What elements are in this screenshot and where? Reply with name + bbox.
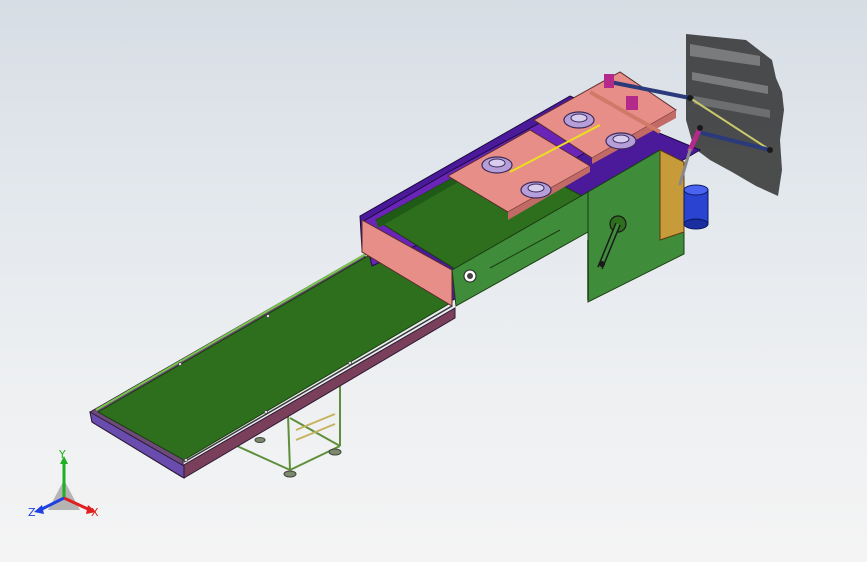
motor-cylinder[interactable] xyxy=(683,184,709,230)
x-axis-label: X xyxy=(91,506,99,519)
conveyor-belt[interactable] xyxy=(95,253,454,463)
ground-shadow xyxy=(686,34,784,196)
suction-cup-3[interactable] xyxy=(563,111,595,129)
y-axis-label: Y xyxy=(58,448,66,461)
suction-cup-1[interactable] xyxy=(481,156,513,174)
graphics-viewport[interactable]: Y X Z xyxy=(0,0,867,562)
suction-cup-4[interactable] xyxy=(605,132,637,150)
z-axis-label: Z xyxy=(28,506,36,519)
suction-cup-2[interactable] xyxy=(520,181,552,199)
cad-model-canvas[interactable]: Y X Z xyxy=(0,0,867,562)
axis-triad: Y X Z xyxy=(28,448,99,519)
